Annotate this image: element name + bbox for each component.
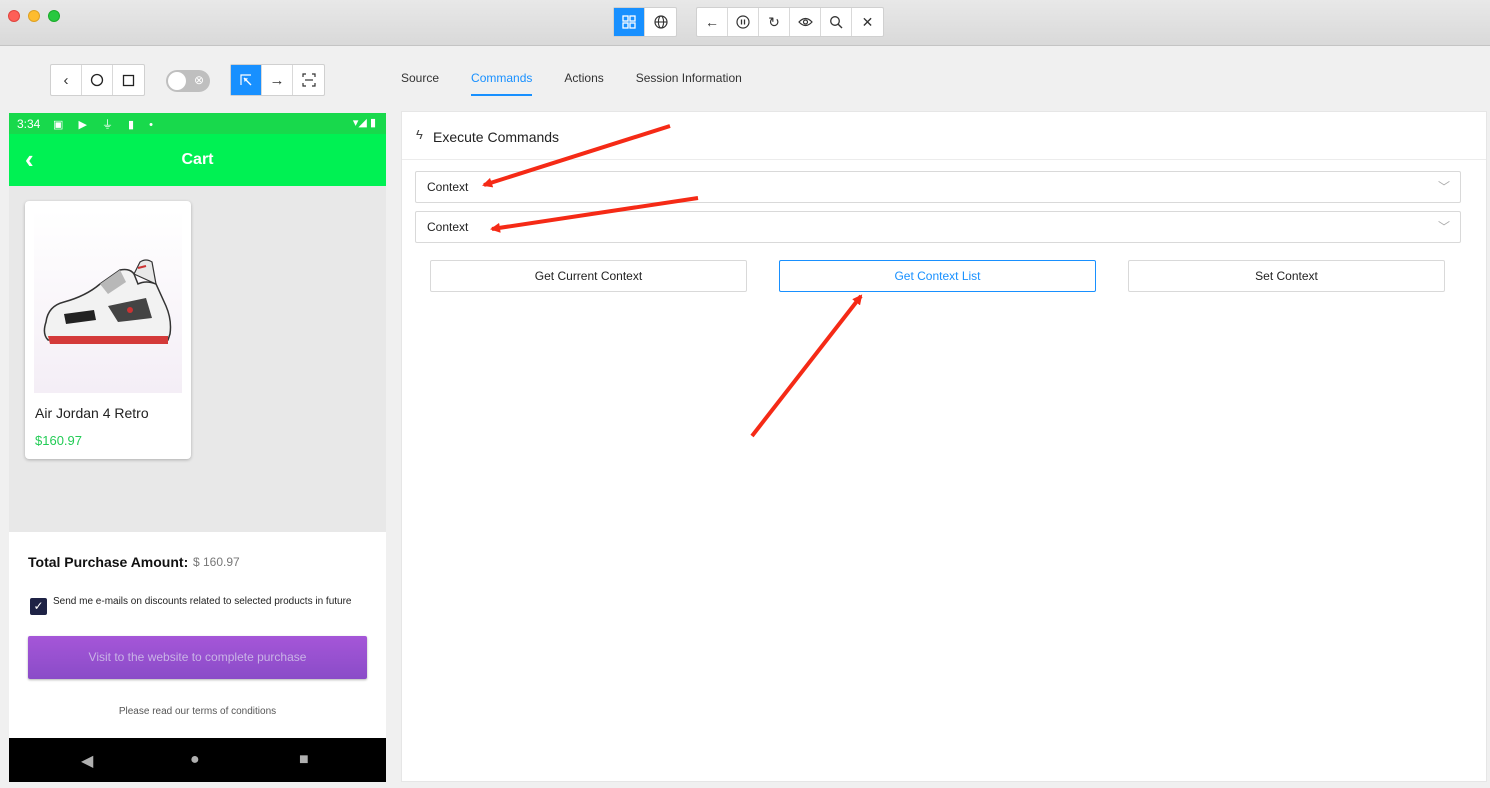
arrow-annotation: [482, 124, 671, 188]
arrow-annotation: [490, 196, 699, 233]
annotation-arrows: [482, 124, 863, 438]
arrow-annotation: [750, 294, 863, 438]
